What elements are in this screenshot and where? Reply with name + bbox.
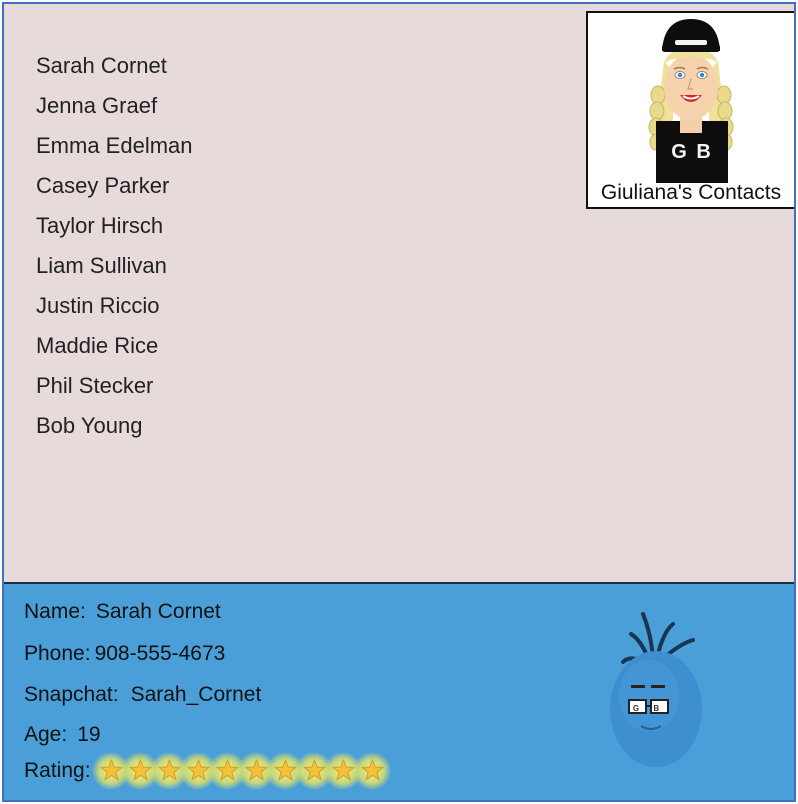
phone-row: Phone: 908-555-4673	[24, 642, 225, 666]
contact-item[interactable]: Jenna Graef	[36, 88, 193, 128]
contact-item[interactable]: Casey Parker	[36, 168, 193, 208]
contact-item[interactable]: Bob Young	[36, 408, 193, 448]
age-label: Age:	[24, 723, 68, 746]
phone-label: Phone:	[24, 642, 91, 665]
rating-star-icon	[352, 752, 391, 790]
age-row: Age: 19	[24, 723, 101, 747]
rating-row: Rating:	[24, 752, 391, 790]
snapchat-label: Snapchat:	[24, 683, 119, 706]
name-label: Name:	[24, 600, 86, 623]
contact-item[interactable]: Maddie Rice	[36, 328, 193, 368]
snapchat-value: Sarah_Cornet	[130, 683, 262, 706]
owner-badge: G B Giuliana's Contacts	[586, 11, 794, 209]
rating-label: Rating:	[24, 759, 91, 782]
avatar-girl-icon: G B	[648, 19, 734, 183]
contact-item[interactable]: Liam Sullivan	[36, 248, 193, 288]
phone-value: 908-555-4673	[94, 642, 226, 665]
name-row: Name: Sarah Cornet	[24, 600, 221, 624]
mascot-glasses-text: G B	[633, 704, 665, 713]
contact-item[interactable]: Justin Riccio	[36, 288, 193, 328]
app-frame: Sarah Cornet Jenna Graef Emma Edelman Ca…	[2, 2, 796, 802]
snapchat-row: Snapchat: Sarah_Cornet	[24, 683, 261, 707]
age-value: 19	[77, 723, 101, 746]
shirt-letters: G B	[671, 141, 713, 163]
contact-item[interactable]: Taylor Hirsch	[36, 208, 193, 248]
contact-item[interactable]: Phil Stecker	[36, 368, 193, 408]
contact-item[interactable]: Sarah Cornet	[36, 48, 193, 88]
blue-egg-mascot-icon: G B	[610, 612, 702, 767]
rating-stars	[91, 752, 391, 790]
name-value: Sarah Cornet	[95, 600, 221, 623]
contact-item[interactable]: Emma Edelman	[36, 128, 193, 168]
badge-title: Giuliana's Contacts	[600, 181, 782, 204]
contact-list: Sarah Cornet Jenna Graef Emma Edelman Ca…	[36, 48, 193, 448]
contact-details-panel: Name: Sarah Cornet Phone: 908-555-4673 Sna…	[4, 582, 794, 800]
